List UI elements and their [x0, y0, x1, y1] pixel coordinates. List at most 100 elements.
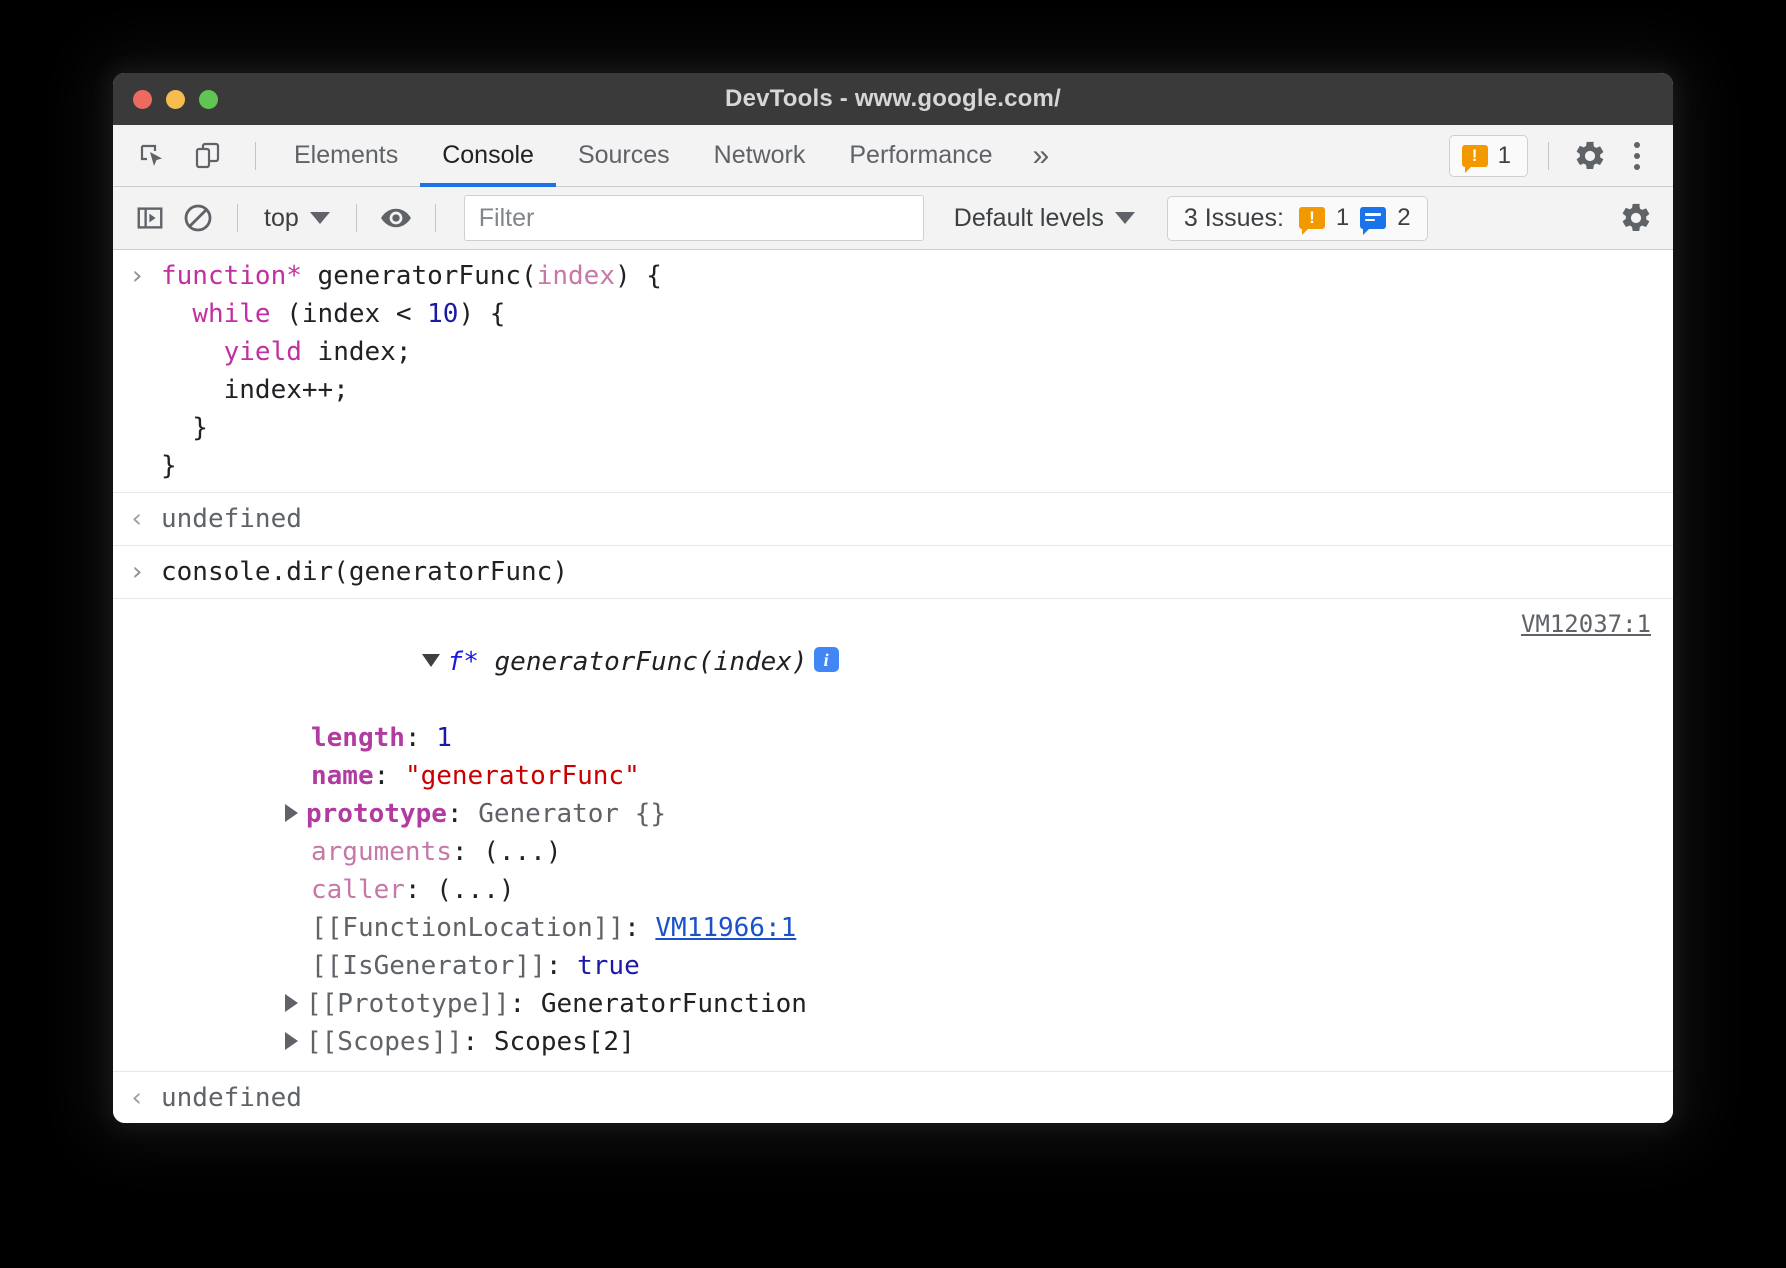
code-token: (index <: [271, 299, 428, 329]
show-console-sidebar-icon[interactable]: [129, 197, 171, 239]
console-output-value: undefined: [161, 500, 1673, 538]
property-key: prototype: [306, 799, 447, 829]
warning-badge-icon: !: [1462, 145, 1488, 167]
console-toolbar: top Filter Default levels 3 Issues:: [113, 187, 1673, 250]
console-toolbar-right: [1615, 197, 1657, 239]
filter-placeholder: Filter: [479, 204, 535, 233]
property-separator: :: [463, 1027, 494, 1057]
code-token: generatorFunc(: [302, 261, 537, 291]
close-window-button[interactable]: [133, 90, 152, 109]
console-message-list[interactable]: › function* generatorFunc(index) { while…: [113, 250, 1673, 1123]
property-value: "generatorFunc": [405, 761, 640, 791]
device-toolbar-icon[interactable]: [187, 135, 229, 177]
console-settings-gear-icon[interactable]: [1615, 197, 1657, 239]
log-levels-selector[interactable]: Default levels: [954, 204, 1135, 233]
property-separator: :: [546, 951, 577, 981]
property-key: [[Scopes]]: [306, 1027, 463, 1057]
issues-warning-badge-icon: !: [1299, 207, 1325, 229]
property-value: Generator {}: [478, 799, 666, 829]
maximize-window-button[interactable]: [199, 90, 218, 109]
tabstrip-divider: [1548, 142, 1549, 170]
code-token: ) {: [458, 299, 505, 329]
tab-performance[interactable]: Performance: [827, 125, 1014, 186]
object-property-rows: length: 1name: "generatorFunc"prototype:…: [113, 719, 1673, 1061]
devtools-tabstrip: Elements Console Sources Network Perform…: [113, 125, 1673, 187]
warning-badge-symbol: !: [1462, 147, 1488, 165]
filter-input[interactable]: Filter: [464, 195, 924, 241]
tab-elements[interactable]: Elements: [272, 125, 420, 186]
kebab-dot: [1634, 142, 1640, 148]
code-token: ) {: [615, 261, 662, 291]
code-token: }: [161, 413, 208, 443]
function-keyword: f*: [448, 647, 479, 677]
property-key: arguments: [311, 837, 452, 867]
more-tabs-icon[interactable]: »: [1014, 125, 1067, 186]
object-inspector-header[interactable]: f* generatorFunc(index)i: [113, 605, 1673, 719]
inspect-element-icon[interactable]: [131, 135, 173, 177]
output-result-arrow-icon: ‹: [113, 500, 161, 538]
tabstrip-actions: ! 1: [1449, 125, 1673, 186]
expand-triangle-icon[interactable]: [285, 1032, 298, 1050]
console-output-entry: ‹ undefined: [113, 493, 1673, 546]
code-token: [161, 337, 224, 367]
console-input-entry[interactable]: › console.dir(generatorFunc): [113, 546, 1673, 599]
chevron-down-icon: [1115, 212, 1135, 224]
console-output-entry: ‹ undefined: [113, 1072, 1673, 1123]
minimize-window-button[interactable]: [166, 90, 185, 109]
input-prompt-arrow-icon: ›: [113, 553, 161, 591]
execution-context-selector[interactable]: top: [256, 204, 338, 233]
code-token: index;: [302, 337, 412, 367]
property-value: Scopes[2]: [494, 1027, 635, 1057]
tab-sources[interactable]: Sources: [556, 125, 692, 186]
input-prompt-arrow-icon: ›: [113, 257, 161, 295]
collapse-triangle-icon[interactable]: [422, 654, 440, 667]
property-value[interactable]: VM11966:1: [655, 913, 796, 943]
tab-network[interactable]: Network: [692, 125, 828, 186]
property-key: length: [311, 723, 405, 753]
warning-count-value: 1: [1498, 142, 1511, 170]
property-separator: :: [405, 723, 436, 753]
property-separator: :: [374, 761, 405, 791]
source-location-link[interactable]: VM12037:1: [1521, 610, 1651, 638]
issues-button[interactable]: 3 Issues: ! 1 2: [1167, 196, 1428, 241]
info-badge-lines: [1365, 213, 1381, 224]
clear-console-icon[interactable]: [177, 197, 219, 239]
issues-info-badge-icon: [1360, 207, 1386, 229]
object-property-row: caller: (...): [113, 871, 1673, 909]
expand-triangle-icon[interactable]: [285, 804, 298, 822]
console-input-source: console.dir(generatorFunc): [161, 553, 1673, 591]
code-token: index: [537, 261, 615, 291]
warning-count-button[interactable]: ! 1: [1449, 135, 1528, 177]
devtools-window: DevTools - www.google.com/: [113, 73, 1673, 1123]
more-options-icon[interactable]: [1619, 135, 1655, 177]
object-inspector[interactable]: VM12037:1 f* generatorFunc(index)i lengt…: [113, 599, 1673, 1072]
console-input-entry[interactable]: › function* generatorFunc(index) { while…: [113, 250, 1673, 493]
expand-triangle-icon[interactable]: [285, 994, 298, 1012]
tabstrip-tools: [113, 125, 268, 186]
issues-info-count: 2: [1397, 204, 1410, 232]
code-token: function*: [161, 261, 302, 291]
console-output-value: undefined: [161, 1079, 1673, 1117]
console-input-source: function* generatorFunc(index) { while (…: [161, 257, 1673, 485]
gear-icon[interactable]: [1569, 135, 1611, 177]
object-property-row[interactable]: prototype: Generator {}: [113, 795, 1673, 833]
code-token: while: [192, 299, 270, 329]
object-property-row[interactable]: [[Scopes]]: Scopes[2]: [113, 1023, 1673, 1061]
window-titlebar: DevTools - www.google.com/: [113, 73, 1673, 125]
output-result-arrow-icon: ‹: [113, 1079, 161, 1117]
issues-warning-count: 1: [1336, 204, 1349, 232]
property-value: (...): [483, 837, 561, 867]
tab-console[interactable]: Console: [420, 125, 556, 186]
property-separator: :: [405, 875, 436, 905]
live-expression-icon[interactable]: [375, 197, 417, 239]
chevron-down-icon: [310, 212, 330, 224]
object-property-row: name: "generatorFunc": [113, 757, 1673, 795]
panel-tabs: Elements Console Sources Network Perform…: [272, 125, 1067, 186]
property-key: [[IsGenerator]]: [311, 951, 546, 981]
info-badge-icon[interactable]: i: [814, 647, 839, 672]
property-separator: :: [452, 837, 483, 867]
toolbar-divider: [255, 142, 256, 170]
object-property-row[interactable]: [[Prototype]]: GeneratorFunction: [113, 985, 1673, 1023]
code-token: [161, 299, 192, 329]
code-token: yield: [224, 337, 302, 367]
